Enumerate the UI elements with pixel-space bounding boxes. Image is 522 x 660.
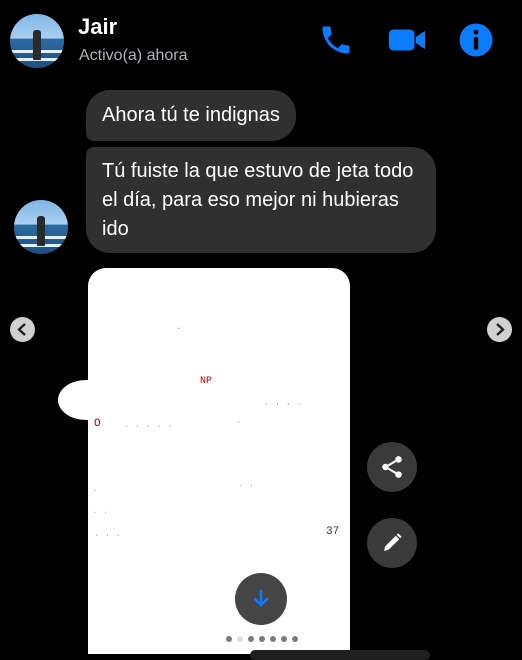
download-button[interactable] [235, 573, 287, 625]
sender-avatar[interactable] [14, 200, 68, 254]
page-dot[interactable] [226, 636, 232, 642]
page-dot[interactable] [281, 636, 287, 642]
edit-button[interactable] [367, 518, 417, 568]
photo-text-fragment: Ó [94, 418, 101, 430]
white-scribble [92, 362, 152, 392]
message-text: Ahora tú te indignas [102, 104, 280, 126]
photo-text-fragment: NP [200, 376, 213, 387]
photo-text-fragment: 37 [326, 526, 340, 538]
page-dot-active[interactable] [237, 636, 243, 642]
share-icon [382, 456, 402, 478]
phone-icon[interactable] [318, 22, 354, 58]
chevron-left-icon [17, 323, 26, 336]
contact-name[interactable]: Jair [78, 14, 117, 40]
info-icon[interactable] [458, 22, 494, 58]
page-dot[interactable] [292, 636, 298, 642]
contact-avatar[interactable] [10, 14, 64, 68]
contact-status: Activo(a) ahora [79, 47, 188, 64]
page-dot[interactable] [248, 636, 254, 642]
page-dot[interactable] [259, 636, 265, 642]
next-image-button[interactable] [487, 317, 512, 342]
image-attachment[interactable]: NP Ó 37 · · · · · · · · · · · · · · · · … [88, 268, 350, 654]
video-camera-icon[interactable] [386, 22, 428, 58]
share-button[interactable] [367, 442, 417, 492]
pencil-icon [384, 533, 402, 551]
chevron-right-icon [496, 323, 505, 336]
download-arrow-icon [253, 589, 269, 607]
message-bubble[interactable]: Tú fuiste la que estuvo de jeta todo el … [86, 147, 436, 253]
page-dot[interactable] [270, 636, 276, 642]
page-indicator [226, 636, 298, 642]
previous-image-button[interactable] [10, 317, 35, 342]
message-bubble[interactable]: Ahora tú te indignas [86, 90, 296, 141]
message-text: Tú fuiste la que estuvo de jeta todo el … [102, 160, 414, 240]
bottom-bar [250, 650, 430, 660]
